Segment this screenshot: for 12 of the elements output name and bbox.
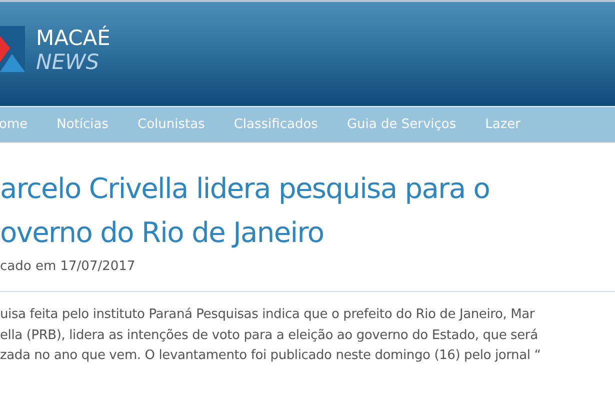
logo-icon: [0, 26, 25, 72]
article-title: arcelo Crivella lidera pesquisa para o overno do Rio de Janeiro: [0, 171, 491, 251]
article-text: uisa feita pelo instituto Paraná Pesquisas indica que o prefeito do Rio de Janeiro, Mar ella (PRB), lidera as intenções de voto para a eleição ao governo do Estado, que será zada no ano que vem. O levantamento foi publicado neste domingo (16) pelo jornal “: [0, 306, 542, 365]
nav-link[interactable]: Lazer: [485, 117, 521, 132]
nav-link[interactable]: Guia de Serviços: [346, 117, 456, 132]
nav-link[interactable]: Notícias: [56, 117, 109, 132]
logo-text: MACAÉ: [36, 26, 110, 50]
nav-link[interactable]: Classificados: [234, 117, 318, 132]
logo-subtext: NEWS: [36, 50, 100, 74]
nav-link[interactable]: ome: [0, 117, 28, 132]
nav-link[interactable]: Colunistas: [138, 117, 205, 132]
publish-date: cado em 17/07/2017: [0, 259, 136, 274]
